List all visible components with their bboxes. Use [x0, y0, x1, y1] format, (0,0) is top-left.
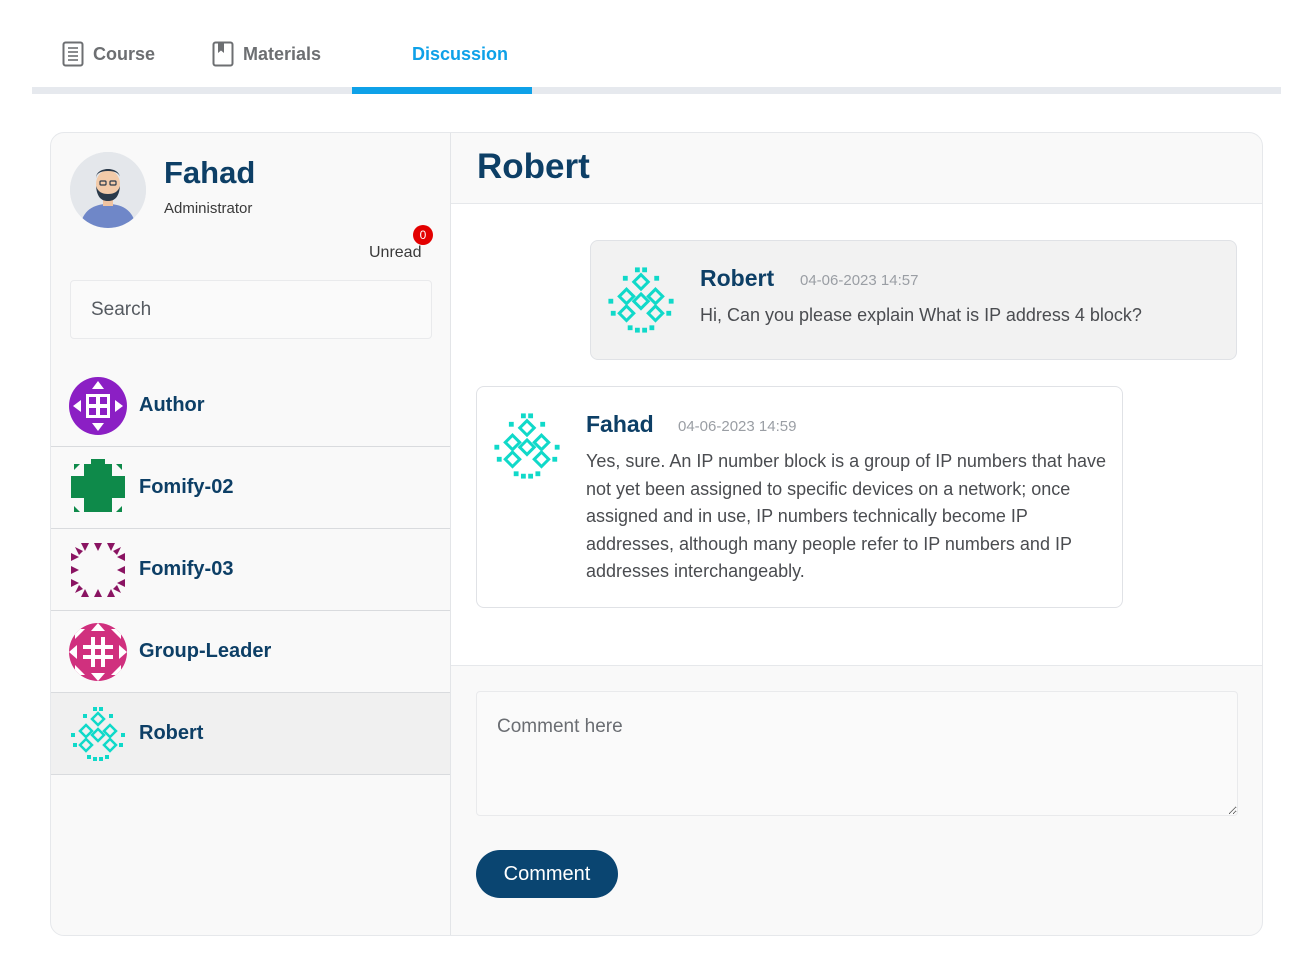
- comment-button[interactable]: Comment: [476, 850, 618, 898]
- contact-item-group-leader[interactable]: Group-Leader: [51, 611, 450, 693]
- avatar: [70, 152, 146, 228]
- unread-count-badge: 0: [413, 225, 433, 245]
- comment-input[interactable]: [476, 691, 1238, 816]
- contact-item-author[interactable]: Author: [51, 365, 450, 447]
- message-thread: Robert 04-06-2023 14:57 Hi, Can you plea…: [451, 204, 1262, 666]
- profile-name: Fahad: [164, 155, 256, 190]
- contact-name: Author: [139, 394, 205, 416]
- contact-item-robert[interactable]: Robert: [51, 693, 450, 775]
- contact-name: Group-Leader: [139, 640, 272, 662]
- tab-discussion[interactable]: Discussion: [412, 36, 508, 72]
- message-author: Fahad: [586, 411, 654, 437]
- tab-course-label: Course: [93, 43, 156, 64]
- identicon-cyan-icon: [494, 413, 560, 479]
- message-text: Yes, sure. An IP number block is a group…: [586, 451, 1106, 581]
- profile-role: Administrator: [164, 200, 253, 217]
- discussion-panel: Fahad Administrator 0 Unread Search Auth…: [50, 132, 1263, 936]
- active-tab-indicator: [352, 87, 532, 94]
- contact-name: Fomify-02: [139, 476, 234, 498]
- user-avatar-icon: [70, 152, 146, 228]
- contact-item-fomify-02[interactable]: Fomify-02: [51, 447, 450, 529]
- conversation-pane: Robert Robert 04-06-2023 14:57 Hi, Can y…: [451, 133, 1262, 935]
- search-input[interactable]: [70, 280, 432, 339]
- tab-bar: Course Materials Discussion: [32, 0, 1281, 94]
- message-text: Hi, Can you please explain What is IP ad…: [700, 305, 1142, 325]
- contact-list: Author Fomify-02 Fomify-03 Group-Leader …: [51, 365, 450, 775]
- message-bubble-outgoing: Fahad 04-06-2023 14:59 Yes, sure. An IP …: [476, 386, 1123, 608]
- tab-materials-label: Materials: [243, 43, 322, 64]
- message-timestamp: 04-06-2023 14:57: [800, 272, 919, 289]
- document-icon: [62, 41, 84, 67]
- book-icon: [212, 41, 234, 67]
- identicon-plum-icon: [71, 542, 125, 597]
- identicon-green-icon: [71, 458, 125, 512]
- message-author: Robert: [700, 265, 775, 291]
- contact-item-fomify-03[interactable]: Fomify-03: [51, 529, 450, 611]
- identicon-cyan-icon: [608, 267, 674, 333]
- tab-materials[interactable]: Materials: [212, 36, 321, 72]
- contact-name: Fomify-03: [139, 558, 234, 580]
- tab-bar-track: [32, 87, 1281, 94]
- contacts-sidebar: Fahad Administrator 0 Unread Search Auth…: [51, 133, 451, 935]
- identicon-cyan-icon: [71, 706, 125, 761]
- unread-filter[interactable]: Unread: [369, 244, 421, 262]
- conversation-title: Robert: [477, 147, 590, 186]
- identicon-pink-icon: [69, 622, 127, 681]
- conversation-header: Robert: [451, 133, 1262, 204]
- identicon-purple-icon: [69, 376, 127, 435]
- tab-course[interactable]: Course: [62, 36, 155, 72]
- message-bubble-incoming: Robert 04-06-2023 14:57 Hi, Can you plea…: [590, 240, 1237, 360]
- tab-discussion-label: Discussion: [412, 43, 509, 64]
- contact-name: Robert: [139, 722, 204, 744]
- message-timestamp: 04-06-2023 14:59: [678, 418, 797, 435]
